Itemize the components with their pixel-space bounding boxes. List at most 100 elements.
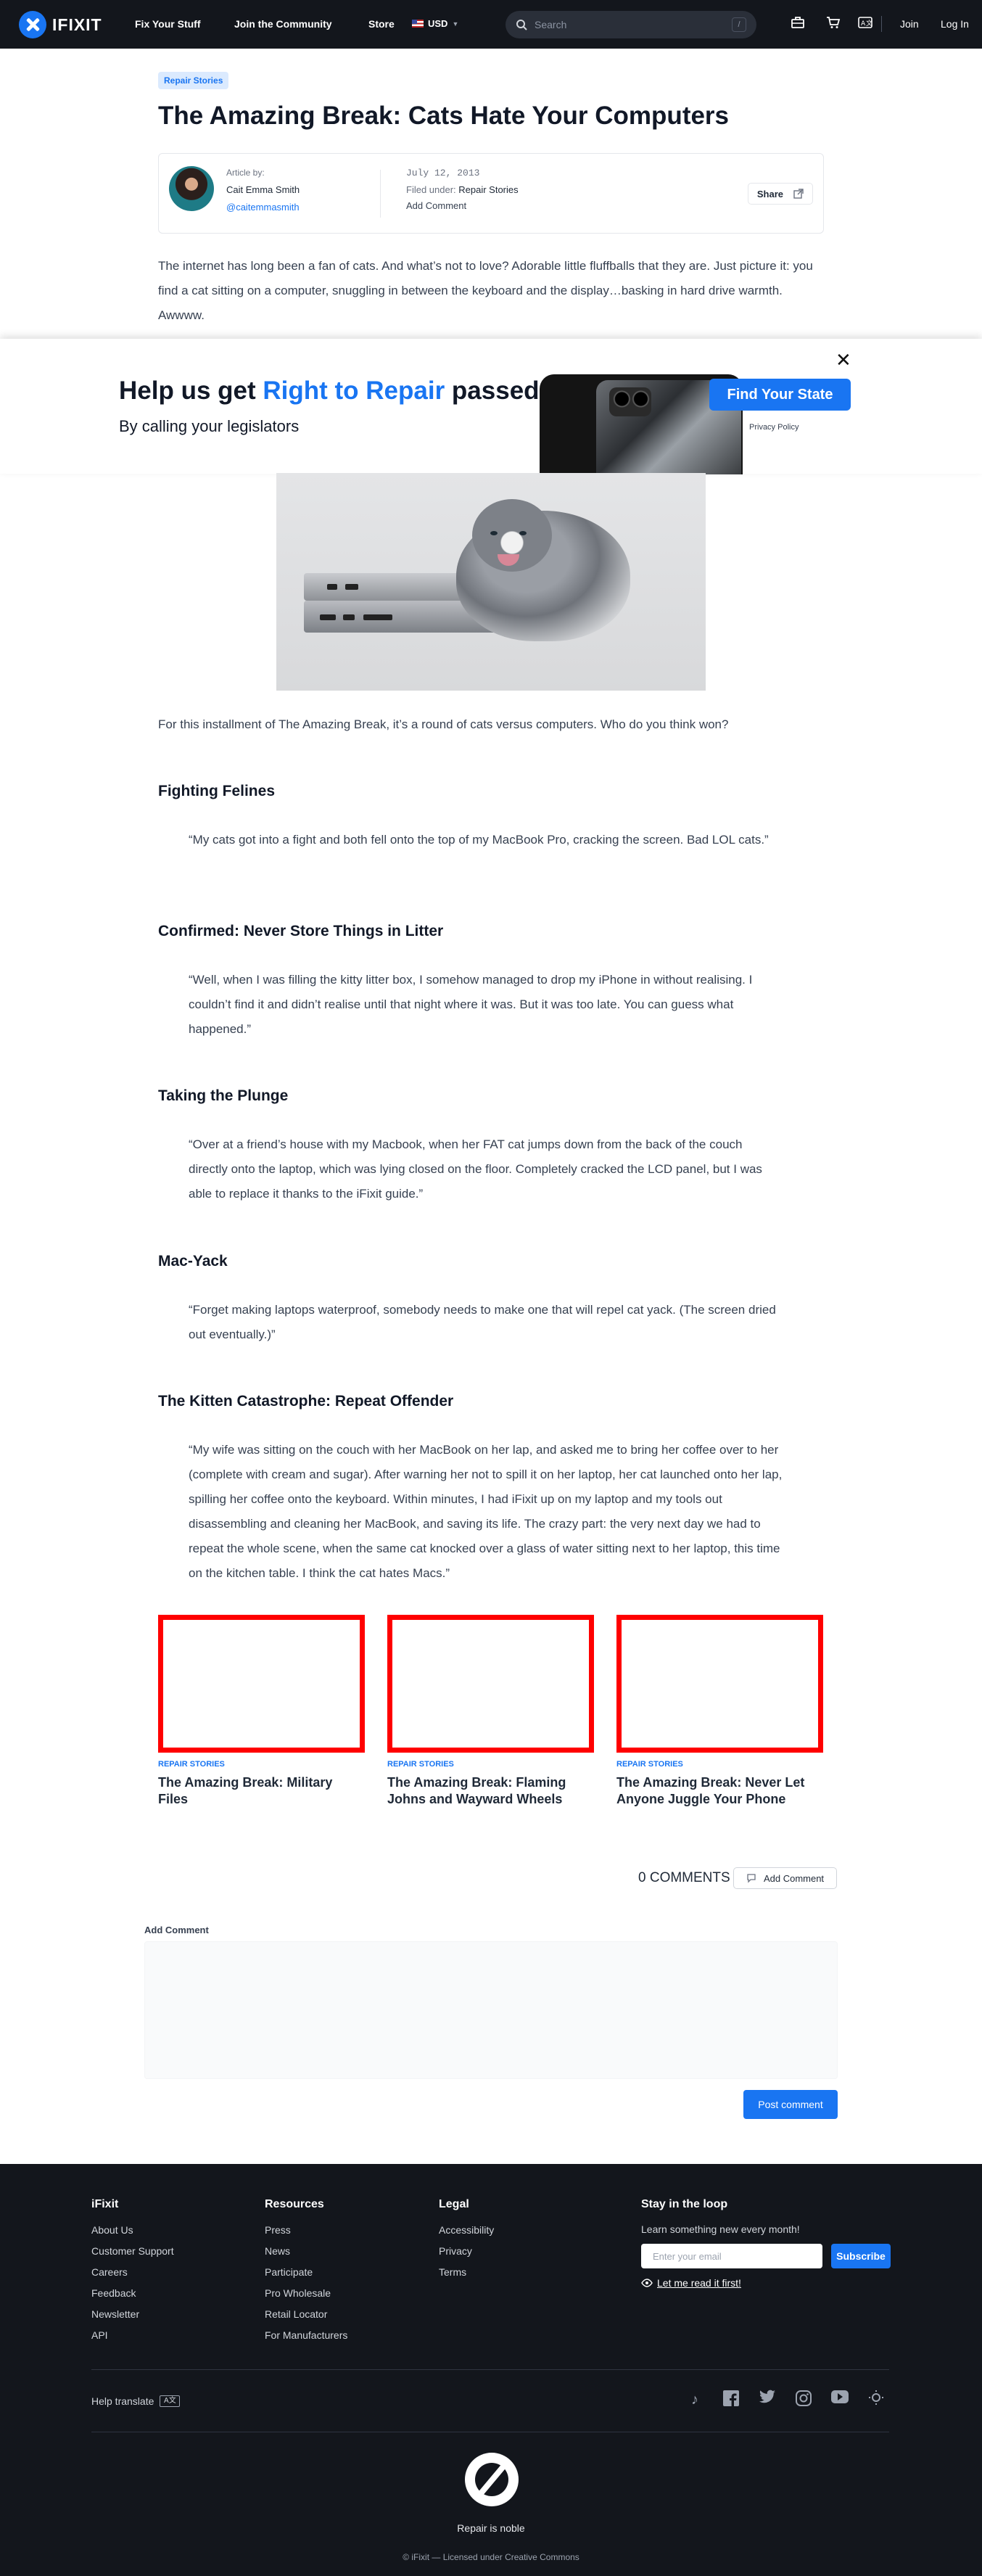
- facebook-icon[interactable]: [721, 2390, 741, 2410]
- publish-date: July 12, 2013: [406, 168, 480, 178]
- nav-fix-your-stuff[interactable]: Fix Your Stuff: [135, 18, 200, 30]
- find-your-state-button[interactable]: Find Your State: [709, 379, 851, 411]
- footer-link[interactable]: News: [265, 2245, 347, 2257]
- currency-selector[interactable]: USD ▼: [412, 18, 458, 29]
- footer-link[interactable]: About Us: [91, 2224, 174, 2236]
- nav-divider: [881, 16, 882, 32]
- section-heading: Mac-Yack: [158, 1253, 228, 1270]
- related-card-tag: REPAIR STORIES: [387, 1760, 454, 1769]
- laptop-port: [343, 614, 355, 620]
- search-input[interactable]: [535, 19, 725, 30]
- related-card[interactable]: REPAIR STORIES The Amazing Break: Flamin…: [387, 1615, 594, 1808]
- share-label: Share: [756, 188, 783, 199]
- footer-link[interactable]: Pro Wholesale: [265, 2287, 347, 2299]
- currency-label: USD: [428, 18, 448, 29]
- twitter-icon[interactable]: [757, 2390, 777, 2410]
- translate-icon[interactable]: A文: [857, 16, 873, 32]
- footer-link[interactable]: For Manufacturers: [265, 2329, 347, 2341]
- footer-column-legal: Legal Accessibility Privacy Terms: [439, 2198, 494, 2287]
- footer-link[interactable]: Terms: [439, 2266, 494, 2278]
- right-to-repair-banner: ✕ Help us get Right to Repair passed By …: [0, 339, 982, 474]
- join-link[interactable]: Join: [900, 18, 919, 30]
- article-intro: The internet has long been a fan of cats…: [158, 259, 813, 322]
- author-handle[interactable]: @caitemmasmith: [226, 202, 300, 213]
- footer-link[interactable]: Privacy: [439, 2245, 494, 2257]
- footer-link[interactable]: Retail Locator: [265, 2308, 347, 2320]
- subscribe-button[interactable]: Subscribe: [831, 2244, 891, 2268]
- help-translate-link[interactable]: Help translate A文: [91, 2395, 181, 2407]
- footer-column-title: iFixit: [91, 2198, 119, 2210]
- svg-text:A: A: [861, 20, 866, 28]
- newsletter-email-input[interactable]: [641, 2244, 822, 2268]
- logo-text: IFIXIT: [52, 15, 102, 34]
- privacy-policy-link[interactable]: Privacy Policy: [749, 423, 799, 432]
- filed-category[interactable]: Repair Stories: [458, 184, 518, 195]
- translate-icon: A文: [160, 2395, 181, 2407]
- banner-title: Help us get Right to Repair passed: [119, 376, 540, 406]
- kitten-laptop-image: [276, 473, 706, 691]
- byline-add-comment[interactable]: Add Comment: [406, 200, 466, 211]
- section-heading: Fighting Felines: [158, 783, 275, 799]
- section-heading: Confirmed: Never Store Things in Litter: [158, 923, 444, 939]
- footer-divider: [91, 2369, 889, 2370]
- author-name[interactable]: Cait Emma Smith: [226, 184, 300, 195]
- section-quote: “My cats got into a fight and both fell …: [189, 833, 769, 847]
- footer-link[interactable]: Customer Support: [91, 2245, 174, 2257]
- banner-title-post: passed: [445, 376, 540, 405]
- footer-link[interactable]: Feedback: [91, 2287, 174, 2299]
- newsletter-block: Stay in the loop Learn something new eve…: [641, 2198, 800, 2235]
- help-translate-label: Help translate: [91, 2395, 154, 2407]
- search-bar[interactable]: /: [506, 11, 756, 38]
- author-avatar[interactable]: [169, 166, 214, 211]
- related-card-tag: REPAIR STORIES: [158, 1760, 225, 1769]
- filed-label: Filed under:: [406, 184, 459, 195]
- footer-link[interactable]: API: [91, 2329, 174, 2341]
- read-first-link[interactable]: Let me read it first!: [641, 2277, 741, 2289]
- search-shortcut-key: /: [732, 17, 746, 32]
- nav-join-community[interactable]: Join the Community: [234, 18, 332, 30]
- footer-link[interactable]: Accessibility: [439, 2224, 494, 2236]
- add-comment-button[interactable]: Add Comment: [733, 1867, 837, 1889]
- footer-link[interactable]: Participate: [265, 2266, 347, 2278]
- laptop-port: [320, 614, 336, 620]
- sun-icon[interactable]: [866, 2390, 886, 2410]
- youtube-icon[interactable]: [830, 2390, 850, 2410]
- laptop-port: [345, 584, 358, 590]
- cart-icon[interactable]: [825, 16, 841, 32]
- footer-column-ifixit: iFixit About Us Customer Support Careers…: [91, 2198, 174, 2350]
- close-icon[interactable]: ✕: [835, 349, 851, 371]
- site-footer: iFixit About Us Customer Support Careers…: [0, 2164, 982, 2576]
- related-card[interactable]: REPAIR STORIES The Amazing Break: Milita…: [158, 1615, 365, 1808]
- footer-link[interactable]: Newsletter: [91, 2308, 174, 2320]
- related-card-image: [158, 1615, 365, 1753]
- search-icon: [516, 20, 527, 30]
- comment-textarea[interactable]: [144, 1941, 838, 2079]
- instagram-icon[interactable]: [793, 2390, 814, 2410]
- footer-tagline: Repair is noble: [457, 2522, 525, 2534]
- article-lead: For this installment of The Amazing Brea…: [158, 717, 729, 731]
- byline-label: Article by:: [226, 168, 265, 178]
- toolbox-icon[interactable]: [790, 16, 806, 32]
- tiktok-icon[interactable]: ♪: [685, 2390, 705, 2410]
- banner-title-highlight: Right to Repair: [263, 376, 445, 405]
- nav-store[interactable]: Store: [368, 18, 395, 30]
- share-button[interactable]: Share: [747, 183, 813, 205]
- footer-column-title: Legal: [439, 2198, 469, 2210]
- top-navbar: IFIXIT Fix Your Stuff Join the Community…: [0, 0, 982, 49]
- post-comment-button[interactable]: Post comment: [743, 2090, 838, 2119]
- read-first-label: Let me read it first!: [657, 2277, 741, 2289]
- footer-link[interactable]: Press: [265, 2224, 347, 2236]
- ifixit-logo[interactable]: IFIXIT: [19, 11, 102, 38]
- related-card[interactable]: REPAIR STORIES The Amazing Break: Never …: [616, 1615, 823, 1808]
- related-card-image: [616, 1615, 823, 1753]
- login-link[interactable]: Log In: [941, 18, 969, 30]
- section-heading: The Kitten Catastrophe: Repeat Offender: [158, 1393, 454, 1410]
- banner-subtitle: By calling your legislators: [119, 417, 300, 435]
- laptop-port: [327, 584, 337, 590]
- footer-column-title: Resources: [265, 2198, 324, 2210]
- footer-link[interactable]: Careers: [91, 2266, 174, 2278]
- category-tag[interactable]: Repair Stories: [158, 72, 229, 89]
- newsletter-title: Stay in the loop: [641, 2198, 728, 2210]
- related-card-title: The Amazing Break: Never Let Anyone Jugg…: [616, 1775, 805, 1806]
- related-card-title: The Amazing Break: Flaming Johns and Way…: [387, 1775, 566, 1806]
